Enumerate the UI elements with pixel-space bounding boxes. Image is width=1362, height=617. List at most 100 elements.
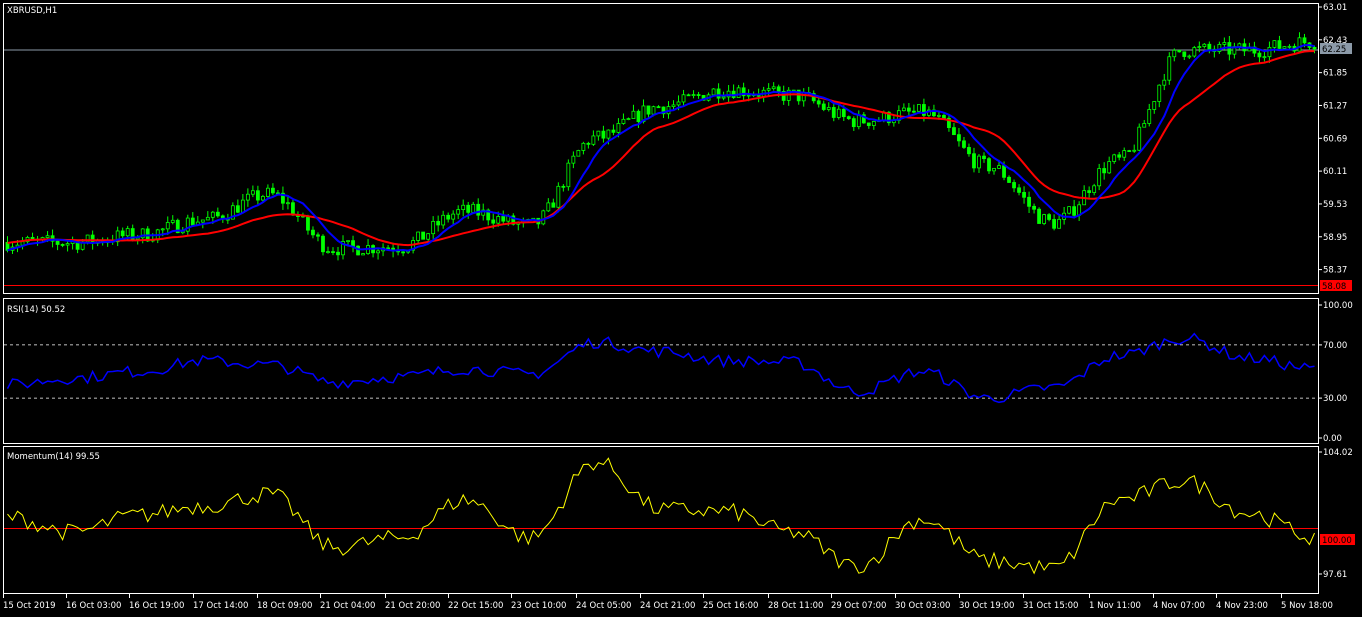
candle-body: [421, 231, 426, 240]
candle-body: [1012, 182, 1016, 189]
candle-body: [846, 116, 851, 120]
price-tick-label: 61.85: [1323, 69, 1347, 79]
candle-body: [866, 122, 871, 126]
candle-body: [471, 203, 476, 213]
candle-body: [1047, 214, 1051, 220]
candle-body: [952, 127, 956, 136]
candle-body: [326, 251, 330, 253]
candle-body: [681, 94, 686, 103]
momentum-tick-label: 104.02: [1323, 448, 1353, 458]
candle-body: [601, 130, 606, 139]
candle-body: [361, 253, 365, 256]
candle-body: [250, 190, 255, 195]
candle-body: [496, 216, 501, 224]
candle-body: [656, 106, 661, 109]
candle-body: [1037, 208, 1041, 224]
candle-body: [1017, 187, 1021, 193]
candle-body: [1302, 37, 1307, 44]
candle-body: [65, 243, 70, 246]
candle-body: [676, 101, 681, 106]
candle-body: [245, 193, 250, 201]
candle-body: [426, 233, 431, 240]
time-tick-label: 16 Oct 19:00: [129, 601, 184, 611]
candle-body: [441, 214, 446, 226]
candle-body: [566, 162, 571, 188]
time-tick-label: 24 Oct 21:00: [640, 601, 695, 611]
candle-body: [200, 219, 205, 223]
candle-body: [766, 88, 771, 91]
candle-body: [165, 222, 170, 230]
time-tick-label: 5 Nov 18:00: [1281, 601, 1333, 611]
candle-body: [1067, 206, 1072, 214]
candle-body: [746, 94, 751, 97]
price-tick-label: 60.69: [1323, 134, 1347, 144]
candle-body: [255, 190, 260, 201]
rsi-tick-label: 30.00: [1323, 394, 1347, 404]
candle-body: [1162, 79, 1167, 86]
candle-body: [1117, 154, 1122, 158]
candle-body: [556, 185, 561, 208]
candle-body: [446, 214, 451, 220]
candle-body: [331, 251, 335, 253]
candle-body: [686, 94, 691, 97]
candle-body: [306, 215, 310, 231]
candle-body: [916, 104, 921, 112]
candle-body: [1262, 56, 1267, 59]
candle-body: [260, 196, 265, 201]
candle-body: [1177, 49, 1182, 53]
candle-body: [831, 107, 836, 118]
trading-chart[interactable]: 63.0162.4361.8561.2760.6960.1159.5358.95…: [0, 0, 1362, 617]
candle-body: [1132, 149, 1137, 152]
candle-body: [626, 118, 631, 120]
candle-body: [586, 142, 591, 145]
candle-body: [1022, 191, 1026, 198]
candle-body: [55, 240, 60, 245]
candle-body: [1002, 165, 1006, 178]
candle-body: [1167, 56, 1172, 81]
price-tick-label: 59.53: [1323, 200, 1347, 210]
candle-body: [436, 220, 441, 226]
time-tick-label: 28 Oct 11:00: [768, 601, 823, 611]
candle-body: [1312, 47, 1317, 50]
candle-body: [271, 187, 275, 194]
candle-body: [120, 230, 125, 237]
candle-body: [125, 228, 130, 237]
candle-body: [901, 107, 906, 112]
candle-body: [1287, 45, 1292, 48]
candle-body: [696, 94, 701, 96]
rsi-tick-label: 100.00: [1323, 301, 1353, 311]
time-tick-label: 30 Oct 19:00: [959, 601, 1014, 611]
candle-body: [205, 216, 210, 221]
candle-body: [1277, 40, 1282, 49]
time-tick-label: 21 Oct 20:00: [385, 601, 440, 611]
candle-body: [45, 235, 50, 238]
candle-body: [856, 114, 861, 128]
candle-body: [826, 107, 831, 110]
candle-body: [646, 105, 651, 115]
candle-body: [431, 220, 436, 235]
candle-body: [571, 155, 576, 164]
price-tick-label: 58.95: [1323, 233, 1347, 243]
candle-body: [336, 251, 340, 256]
candle-body: [611, 129, 616, 133]
time-tick-label: 4 Nov 23:00: [1216, 601, 1268, 611]
candle-body: [416, 231, 421, 241]
candle-body: [1027, 196, 1031, 207]
candle-body: [235, 205, 240, 213]
candle-body: [215, 211, 220, 217]
candle-body: [942, 114, 946, 119]
candle-body: [606, 129, 611, 139]
candle-body: [1122, 150, 1127, 158]
candle-body: [1087, 190, 1092, 193]
price-tick-label: 58.37: [1323, 266, 1347, 276]
time-tick-label: 25 Oct 16:00: [703, 601, 758, 611]
candle-body: [651, 106, 656, 115]
candle-body: [1152, 101, 1157, 110]
candle-body: [1127, 150, 1132, 152]
candle-body: [60, 244, 65, 246]
candle-body: [1097, 168, 1102, 187]
candle-body: [982, 155, 986, 160]
candle-body: [20, 241, 25, 246]
candle-body: [1057, 218, 1062, 229]
candle-body: [771, 86, 776, 90]
